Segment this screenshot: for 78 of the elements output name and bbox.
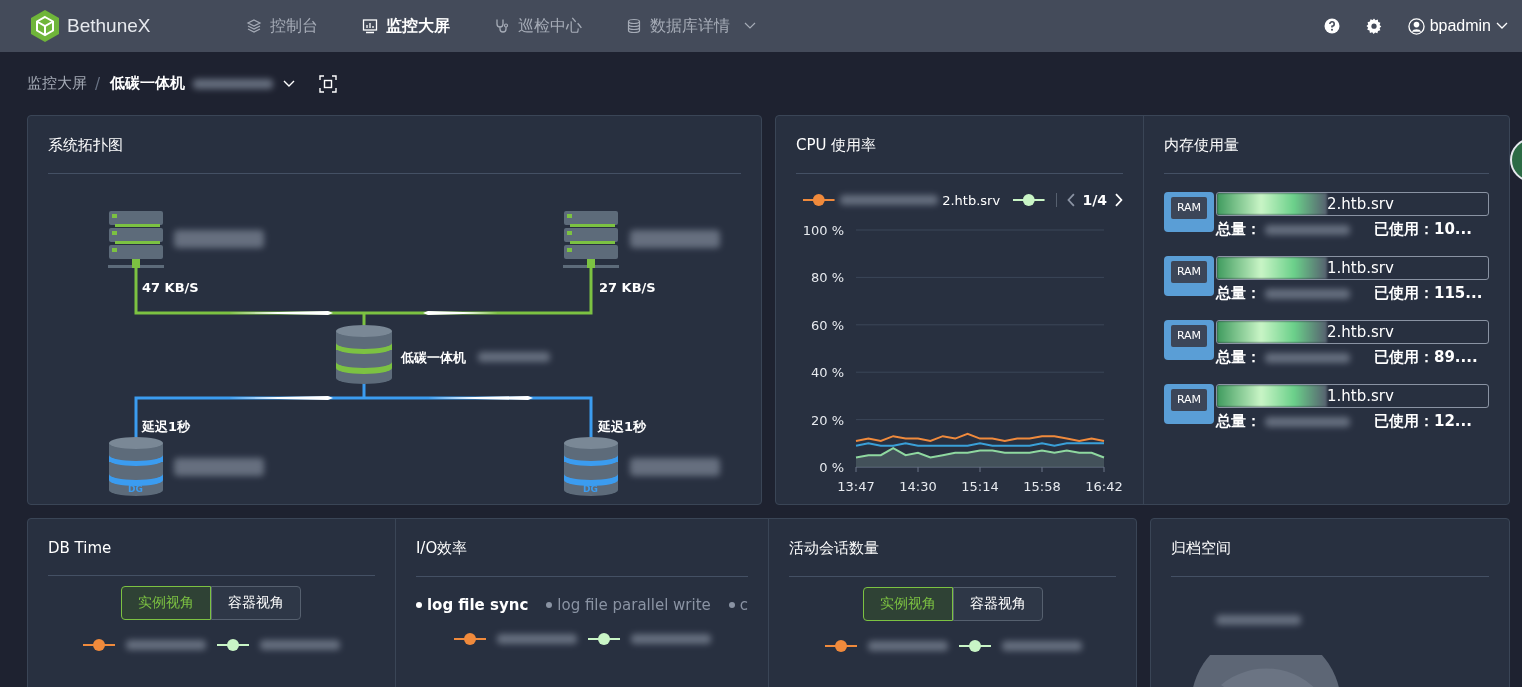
card-title: DB Time (48, 539, 375, 576)
axis-tick-label: 40 % (810, 365, 844, 381)
redacted-text (478, 352, 550, 362)
metric-tab[interactable]: log file sync (415, 596, 529, 614)
page-indicator: 1/4 (1082, 192, 1108, 208)
database-icon (626, 18, 642, 34)
chart-icon (362, 18, 378, 34)
dg-label: DG (128, 484, 143, 494)
cube-logo-icon (28, 9, 62, 43)
view-toggle-button[interactable]: 实例视角 (121, 586, 212, 620)
server-icon (108, 211, 164, 268)
previous-page-icon[interactable] (1066, 193, 1075, 207)
nav-item[interactable]: 巡检中心 (494, 15, 582, 37)
host-name-bar: 2.htb.srv (1216, 192, 1489, 216)
view-toggle-button[interactable]: 实例视角 (862, 587, 953, 621)
next-page-icon[interactable] (1115, 193, 1123, 207)
axis-tick-label: 60 % (810, 317, 844, 333)
card-title: 活动会话数量 (789, 539, 1116, 577)
card-title: 系统拓扑图 (48, 136, 741, 174)
user-icon (1407, 17, 1425, 35)
fullscreen-icon[interactable] (319, 74, 338, 93)
used-value: 已使用：89.... (1374, 348, 1478, 367)
breadcrumb-link[interactable]: 监控大屏 (27, 74, 87, 93)
metric-tab[interactable]: c (728, 596, 749, 614)
database-icon (564, 437, 618, 496)
view-toggle-button[interactable]: 容器视角 (952, 587, 1043, 621)
total-label: 总量： (1216, 348, 1261, 367)
stethoscope-icon (494, 18, 510, 34)
axis-tick-label: 80 % (810, 270, 844, 286)
card-title: CPU 使用率 (796, 136, 1123, 174)
help-icon[interactable] (1323, 18, 1340, 34)
nav-item[interactable]: 数据库详情 (626, 15, 756, 37)
host-name-bar: 1.htb.srv (1216, 256, 1489, 280)
used-value: 已使用：115... (1374, 284, 1483, 303)
axis-tick-label: 20 % (810, 412, 844, 428)
axis-tick-label: 16:42 (1085, 479, 1123, 494)
ram-chip-icon: RAM (1164, 192, 1214, 232)
database-icon (109, 437, 163, 496)
axis-tick-label: 100 % (802, 223, 844, 238)
axis-tick-label: 15:58 (1023, 479, 1061, 494)
layers-icon (246, 18, 262, 34)
total-label: 总量： (1216, 284, 1261, 303)
card-title: 内存使用量 (1164, 136, 1489, 174)
database-icon (336, 325, 392, 384)
legend-label: 2.htb.srv (942, 192, 1001, 208)
latency-label: 延迟1秒 (598, 418, 647, 436)
chevron-down-icon[interactable] (283, 79, 296, 88)
settings-icon[interactable] (1365, 18, 1382, 34)
breadcrumb-current: 低碳一体机 (110, 74, 186, 93)
throughput-label: 27 KB/S (599, 280, 656, 295)
breadcrumb-separator: / (95, 74, 101, 93)
host-name-bar: 1.htb.srv (1216, 384, 1489, 408)
node-label: 低碳一体机 (401, 349, 466, 367)
ram-chip-icon: RAM (1164, 256, 1214, 296)
host-name-bar: 2.htb.srv (1216, 320, 1489, 344)
axis-tick-label: 0 % (819, 460, 844, 475)
nav-item[interactable]: 控制台 (246, 15, 318, 37)
total-label: 总量： (1216, 412, 1261, 431)
total-label: 总量： (1216, 220, 1261, 239)
throughput-label: 47 KB/S (142, 280, 199, 295)
metric-tab[interactable]: log file parallel write (546, 596, 711, 614)
user-menu[interactable]: bpadmin (1407, 17, 1508, 35)
ram-chip-icon: RAM (1164, 320, 1214, 360)
latency-label: 延迟1秒 (142, 418, 191, 436)
ram-chip-icon: RAM (1164, 384, 1214, 424)
brand-name: BethuneX (67, 15, 151, 37)
nav-item[interactable]: 监控大屏 (362, 15, 450, 37)
axis-tick-label: 13:47 (837, 479, 875, 494)
view-toggle-button[interactable]: 容器视角 (211, 586, 302, 620)
card-title: 归档空间 (1171, 539, 1489, 577)
dg-label: DG (583, 484, 598, 494)
axis-tick-label: 15:14 (961, 479, 999, 494)
server-icon (563, 211, 619, 268)
used-value: 已使用：10... (1374, 220, 1472, 239)
chevron-down-icon (1496, 22, 1508, 30)
card-title: I/O效率 (415, 539, 749, 577)
axis-tick-label: 14:30 (899, 479, 937, 494)
used-value: 已使用：12... (1374, 412, 1472, 431)
